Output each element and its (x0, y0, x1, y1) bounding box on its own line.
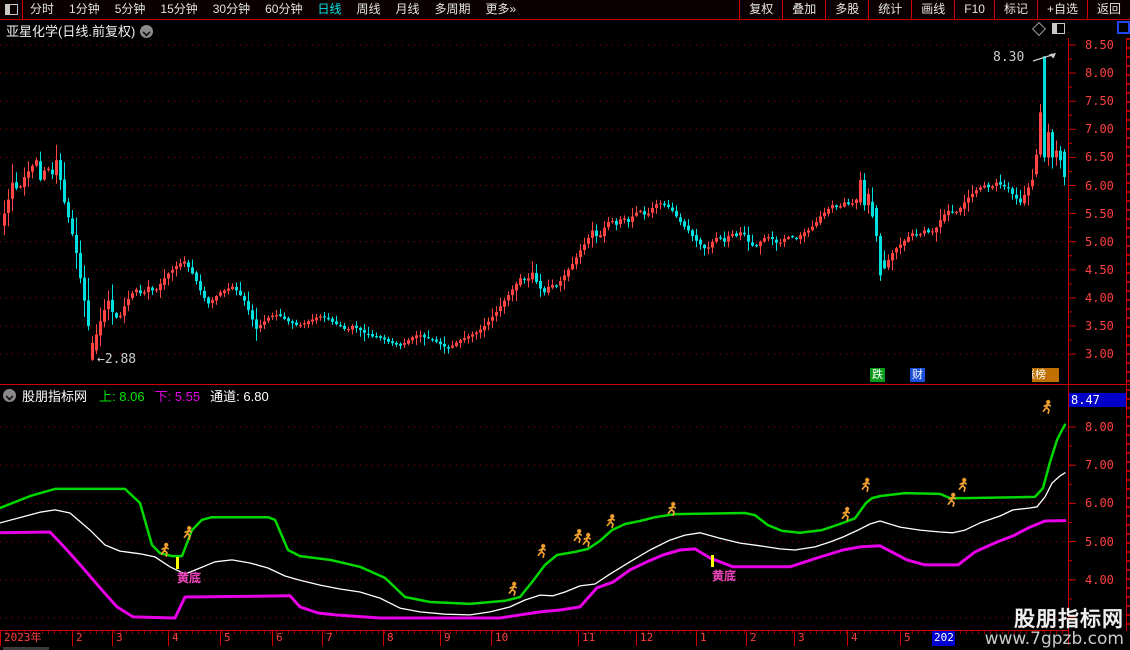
period-item-日线[interactable]: 日线 (317, 0, 341, 19)
top-toolbar: 分时 1分钟 5分钟 15分钟 30分钟 60分钟日线周线月线多周期更多» 复权叠加多股统… (0, 0, 1130, 20)
high-annotation: 8.30 (993, 50, 1060, 65)
month-cell-202: 202 (932, 631, 955, 646)
month-cell-7: 7 (322, 631, 383, 646)
low-price-label: ←2.88 (97, 352, 136, 367)
arrow-right-icon (1032, 50, 1060, 64)
tool-item-+自选[interactable]: +自选 (1037, 0, 1087, 19)
period-item-5分钟[interactable]: 5分钟 (115, 0, 146, 19)
signal-label: 黄底 (712, 567, 736, 584)
y-label-4.00: 4.00 (1085, 292, 1114, 304)
status-sliver (0, 646, 1130, 650)
period-item-60分钟[interactable]: 60分钟 (265, 0, 302, 19)
stock-title: 亚星化学(日线.前复权) (6, 21, 153, 40)
month-cell-12: 12 (636, 631, 696, 646)
indicator-param-lower: 下: 5.55 (155, 386, 201, 405)
indicator-header: 股朋指标网 上: 8.06 下: 5.55 通道: 6.80 (3, 387, 269, 403)
period-item-周线[interactable]: 周线 (356, 0, 380, 19)
month-cell-8: 8 (383, 631, 440, 646)
axis-divider (1068, 38, 1069, 645)
tools-menu: 复权叠加多股统计画线F10标记+自选返回 (739, 0, 1130, 19)
collapse-panel-icon[interactable] (3, 389, 16, 402)
watermark-site-name: 股朋指标网 (985, 609, 1124, 631)
y-label-5.50: 5.50 (1085, 208, 1114, 220)
tool-item-复权[interactable]: 复权 (739, 0, 782, 19)
indicator-plot[interactable] (0, 405, 1068, 630)
month-cell-9: 9 (440, 631, 491, 646)
tool-item-叠加[interactable]: 叠加 (782, 0, 825, 19)
period-item-多周期[interactable]: 多周期 (435, 0, 471, 19)
month-cell-6: 6 (272, 631, 322, 646)
low-annotation: ←2.88 (97, 352, 136, 367)
sub-y-label-8.00: 8.00 (1085, 421, 1114, 433)
watermark: 股朋指标网 www.7gpzb.com (985, 609, 1124, 649)
month-cell-11: 11 (578, 631, 636, 646)
window-layout-button[interactable] (0, 0, 23, 19)
x-axis[interactable]: 2023年2345678910111212345202 (0, 630, 1068, 647)
signal-tick (711, 555, 714, 567)
tool-item-多股[interactable]: 多股 (825, 0, 868, 19)
tool-item-统计[interactable]: 统计 (868, 0, 911, 19)
tool-item-返回[interactable]: 返回 (1087, 0, 1130, 19)
month-cell-5: 5 (900, 631, 932, 646)
signal-label: 黄底 (177, 569, 201, 586)
split-view-icon (1052, 23, 1065, 34)
chevron-down-icon[interactable] (140, 25, 153, 38)
y-label-7.50: 7.50 (1085, 95, 1114, 107)
event-badge-跌[interactable]: 跌 (870, 368, 885, 382)
y-label-6.00: 6.00 (1085, 180, 1114, 192)
month-cell-3: 3 (794, 631, 847, 646)
month-cell-4: 4 (168, 631, 220, 646)
y-label-3.00: 3.00 (1085, 348, 1114, 360)
stock-title-text: 亚星化学(日线.前复权) (6, 24, 135, 39)
sub-y-label-6.00: 6.00 (1085, 497, 1114, 509)
y-label-3.50: 3.50 (1085, 320, 1114, 332)
tool-item-标记[interactable]: 标记 (994, 0, 1037, 19)
period-menu: 分时 1分钟 5分钟 15分钟 30分钟 60分钟日线周线月线多周期更多» (30, 0, 516, 19)
indicator-name[interactable]: 股朋指标网 (22, 386, 87, 405)
period-item-更多»[interactable]: 更多» (486, 0, 517, 19)
split-view-button[interactable] (1052, 23, 1065, 34)
month-cell-1: 1 (696, 631, 746, 646)
signal-tick (176, 557, 179, 569)
month-cell-2023年: 2023年 (0, 631, 72, 646)
trading-app-window: 分时 1分钟 5分钟 15分钟 30分钟 60分钟日线周线月线多周期更多» 复权叠加多股统… (0, 0, 1130, 650)
month-cell-4: 4 (847, 631, 900, 646)
split-view-icon (5, 4, 18, 15)
y-label-4.50: 4.50 (1085, 264, 1114, 276)
sub-y-label-7.00: 7.00 (1085, 459, 1114, 471)
y-label-8.50: 8.50 (1085, 39, 1114, 51)
main-chart-plot[interactable] (0, 38, 1068, 384)
watermark-url: www.7gpzb.com (985, 631, 1124, 649)
link-square-icon[interactable] (1117, 21, 1130, 34)
y-label-6.50: 6.50 (1085, 151, 1114, 163)
month-cell-5: 5 (220, 631, 272, 646)
sub-y-label-4.00: 4.00 (1085, 574, 1114, 586)
right-edge-strip (1126, 38, 1130, 645)
diamond-icon[interactable] (1032, 22, 1046, 36)
period-item-月线[interactable]: 月线 (396, 0, 420, 19)
event-badge-涨榜[interactable]: 涨榜 (1032, 368, 1059, 382)
period-item-30分钟[interactable]: 30分钟 (213, 0, 250, 19)
period-item-分时[interactable]: 分时 (30, 0, 54, 19)
event-badge-财[interactable]: 财 (910, 368, 925, 382)
month-cell-2: 2 (746, 631, 794, 646)
indicator-param-upper: 上: 8.06 (99, 386, 145, 405)
period-item-15分钟[interactable]: 15分钟 (160, 0, 197, 19)
high-price-label: 8.30 (993, 50, 1024, 65)
sub-y-label-5.00: 5.00 (1085, 536, 1114, 548)
month-cell-10: 10 (491, 631, 578, 646)
indicator-param-channel: 通道: 6.80 (210, 386, 269, 405)
tool-item-F10[interactable]: F10 (954, 0, 994, 19)
month-cell-2: 2 (72, 631, 112, 646)
period-item-1分钟[interactable]: 1分钟 (69, 0, 100, 19)
y-label-7.00: 7.00 (1085, 123, 1114, 135)
indicator-value-tag: 8.47 (1069, 393, 1126, 407)
month-cell-3: 3 (112, 631, 168, 646)
y-label-8.00: 8.00 (1085, 67, 1114, 79)
y-label-5.00: 5.00 (1085, 236, 1114, 248)
tool-item-画线[interactable]: 画线 (911, 0, 954, 19)
